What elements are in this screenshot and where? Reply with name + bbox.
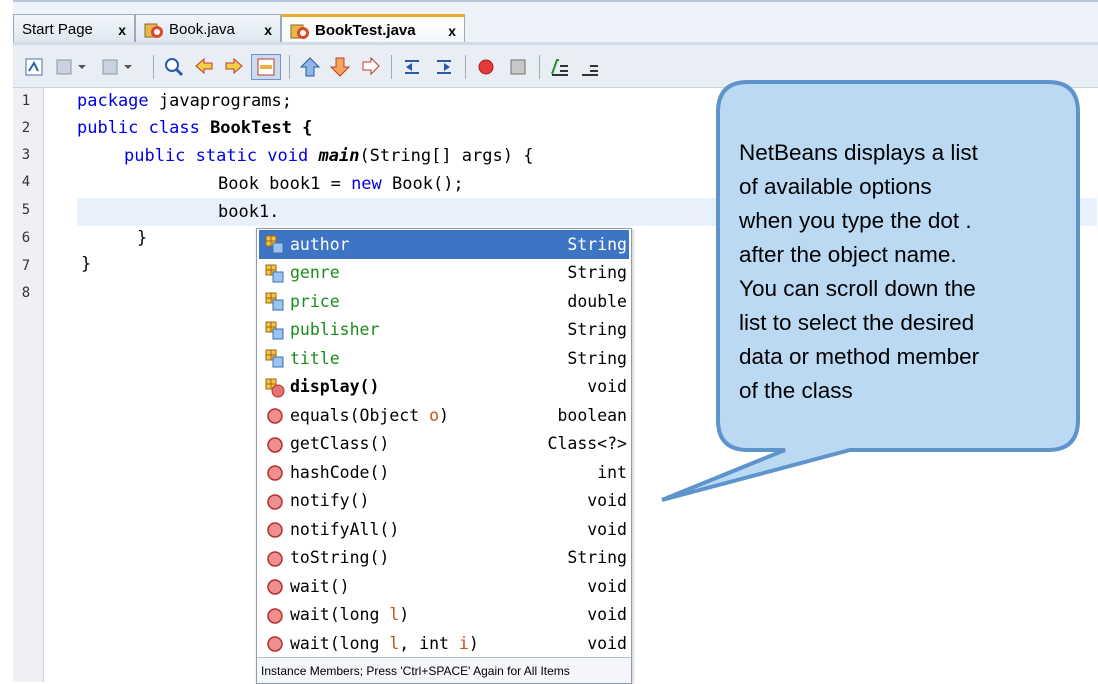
completion-footer: Instance Members; Press 'Ctrl+SPACE' Aga… xyxy=(257,657,631,683)
completion-item-name: display() xyxy=(290,377,380,397)
completion-item[interactable]: toString() String xyxy=(259,544,629,573)
callout-line: when you type the dot . xyxy=(739,208,972,233)
callout-line: You can scroll down the xyxy=(739,276,976,301)
method-icon xyxy=(265,463,285,487)
completion-item[interactable]: notify() void xyxy=(259,487,629,516)
completion-item-type: void xyxy=(587,491,627,511)
completion-item[interactable]: notifyAll() void xyxy=(259,515,629,544)
completion-item-type: String xyxy=(567,234,627,254)
method-icon xyxy=(265,492,285,516)
callout-line: after the object name. xyxy=(739,242,957,267)
completion-item[interactable]: publisher String xyxy=(259,316,629,345)
completion-item[interactable]: wait(long l) void xyxy=(259,601,629,630)
completion-item-name: notifyAll() xyxy=(290,519,400,539)
completion-item-name: genre xyxy=(290,263,340,283)
method-icon xyxy=(265,406,285,430)
completion-item[interactable]: display() void xyxy=(259,373,629,402)
callout-line: list to select the desired xyxy=(739,310,975,335)
completion-item-name: wait(long l, int i) xyxy=(290,633,479,653)
completion-item-type: void xyxy=(587,633,627,653)
callout-line: data or method member xyxy=(739,344,980,369)
completion-item-name: author xyxy=(290,234,350,254)
completion-item[interactable]: price double xyxy=(259,287,629,316)
completion-item-name: getClass() xyxy=(290,434,390,454)
completion-item-type: String xyxy=(567,320,627,340)
completion-item-name: wait(long l) xyxy=(290,605,410,625)
completion-item-type: String xyxy=(567,348,627,368)
method-icon xyxy=(265,520,285,544)
field-icon xyxy=(265,349,285,373)
method-icon xyxy=(265,606,285,630)
completion-item-type: int xyxy=(597,462,627,482)
completion-item-name: price xyxy=(290,291,340,311)
completion-item-type: String xyxy=(567,263,627,283)
completion-item-type: boolean xyxy=(557,405,627,425)
field-icon xyxy=(265,292,285,316)
callout-text: NetBeans displays a list of available op… xyxy=(739,136,1059,408)
completion-item-name: toString() xyxy=(290,548,390,568)
completion-item-type: void xyxy=(587,519,627,539)
completion-item-name: hashCode() xyxy=(290,462,390,482)
completion-item-name: notify() xyxy=(290,491,370,511)
class-method-icon xyxy=(265,378,285,402)
completion-item-type: void xyxy=(587,576,627,596)
completion-item-type: String xyxy=(567,548,627,568)
completion-item-type: double xyxy=(567,291,627,311)
field-icon xyxy=(265,321,285,345)
completion-item[interactable]: wait() void xyxy=(259,572,629,601)
completion-item-type: void xyxy=(587,605,627,625)
code-completion-popup: author String genre String price double publis… xyxy=(256,228,632,684)
completion-item-type: Class<?> xyxy=(547,434,627,454)
field-icon xyxy=(265,264,285,288)
completion-item-type: void xyxy=(587,377,627,397)
method-icon xyxy=(265,549,285,573)
completion-item[interactable]: getClass() Class<?> xyxy=(259,430,629,459)
completion-item-name: wait() xyxy=(290,576,350,596)
method-icon xyxy=(265,577,285,601)
completion-item[interactable]: wait(long l, int i) void xyxy=(259,629,629,658)
method-icon xyxy=(265,435,285,459)
completion-item[interactable]: equals(Object o) boolean xyxy=(259,401,629,430)
callout-line: of the class xyxy=(739,378,853,403)
completion-item[interactable]: title String xyxy=(259,344,629,373)
method-icon xyxy=(265,634,285,658)
completion-item[interactable]: hashCode() int xyxy=(259,458,629,487)
completion-item[interactable]: author String xyxy=(259,230,629,259)
callout-line: of available options xyxy=(739,174,932,199)
completion-item-name: publisher xyxy=(290,320,380,340)
completion-item-name: equals(Object o) xyxy=(290,405,449,425)
completion-item-name: title xyxy=(290,348,340,368)
callout-line: NetBeans displays a list xyxy=(739,140,978,165)
field-icon xyxy=(265,235,285,259)
completion-item[interactable]: genre String xyxy=(259,259,629,288)
